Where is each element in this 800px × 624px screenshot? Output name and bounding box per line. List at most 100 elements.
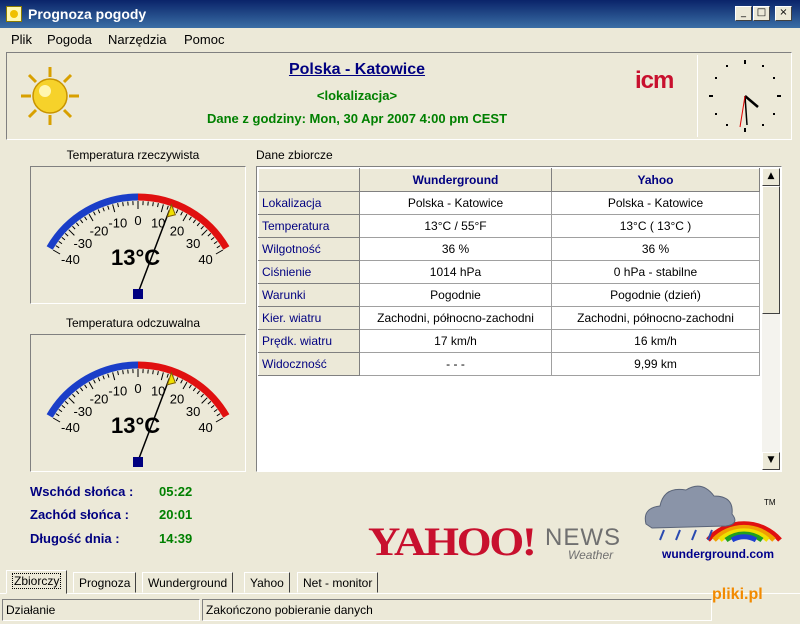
- tab-wunderground[interactable]: Wunderground: [142, 572, 234, 593]
- tick-mark: [55, 245, 60, 249]
- cell-yahoo: Polska - Katowice: [551, 191, 760, 215]
- tab-yahoo[interactable]: Yahoo: [244, 572, 290, 593]
- tick-mark: [84, 384, 88, 389]
- menu-pogoda[interactable]: Pogoda: [47, 32, 92, 47]
- tick-mark: [58, 408, 63, 413]
- tick-mark: [180, 211, 183, 216]
- table-corner: [258, 168, 360, 192]
- tick-label: 40: [198, 252, 212, 267]
- title-bar[interactable]: Prognoza pogody _ □ ×: [0, 0, 800, 28]
- window-title: Prognoza pogody: [28, 6, 147, 22]
- tick-mark: [88, 213, 94, 222]
- gauge-feels-dial: -40-30-20-10 0 10203040: [46, 361, 230, 467]
- wunderground-trademark: TM: [764, 498, 776, 507]
- tick-mark: [196, 222, 201, 227]
- app-icon[interactable]: [6, 6, 22, 22]
- tick-mark: [200, 225, 204, 230]
- table-row: Kier. wiatru Zachodni, północno-zachodni Z…: [258, 306, 760, 330]
- tick-mark: [112, 372, 116, 381]
- tick-mark: [175, 209, 179, 214]
- gauge-real-dial: -40-30-20-10 0 10203040: [46, 193, 230, 299]
- tab-prognoza[interactable]: Prognoza: [73, 572, 137, 593]
- tick-mark: [58, 240, 63, 245]
- scroll-up-icon[interactable]: ▲: [762, 168, 780, 186]
- table-row: Temperatura 13°C / 55°F 13°C ( 13°C ): [258, 214, 760, 238]
- tick-mark: [68, 397, 75, 404]
- scroll-down-icon[interactable]: ▼: [762, 452, 780, 470]
- tick-mark: [61, 236, 66, 241]
- tick-mark: [213, 240, 218, 245]
- vertical-scrollbar[interactable]: ▲ ▼: [762, 168, 780, 470]
- location-link[interactable]: Polska - Katowice: [7, 61, 707, 79]
- wunderground-logo-text: wunderground.com: [662, 547, 774, 561]
- row-header[interactable]: Kier. wiatru: [258, 306, 360, 330]
- tick-mark: [75, 222, 80, 227]
- tick-mark: [201, 229, 208, 236]
- cell-wunderground: Polska - Katowice: [359, 191, 552, 215]
- tick-label: 30: [186, 404, 200, 419]
- cell-wunderground: Zachodni, północno-zachodni: [359, 306, 552, 330]
- gauge-real: -40 -30 -20 -10 0 10 20 30 40 13°C: [30, 166, 246, 304]
- menu-plik[interactable]: Plik: [11, 32, 32, 47]
- row-header[interactable]: Wilgotność: [258, 237, 360, 261]
- tick-mark: [152, 370, 154, 375]
- tick-mark: [55, 413, 60, 417]
- tick-mark: [102, 207, 105, 212]
- tick-label: 40: [198, 420, 212, 435]
- tick-mark: [196, 390, 201, 395]
- tick-mark: [64, 401, 69, 405]
- tick-mark: [88, 381, 94, 390]
- watermark-logo: pliki.pl: [712, 586, 763, 604]
- tick-mark: [122, 202, 124, 207]
- tick-mark: [215, 249, 224, 255]
- menu-narzedzia[interactable]: Narzędzia: [108, 32, 167, 47]
- tick-mark: [160, 204, 164, 213]
- tick-label: 0: [134, 213, 141, 228]
- tick-label: -10: [108, 384, 127, 399]
- close-icon[interactable]: ×: [775, 6, 792, 21]
- tick-mark: [166, 373, 169, 378]
- row-header[interactable]: Prędk. wiatru: [258, 329, 360, 353]
- tab-net-monitor[interactable]: Net - monitor: [297, 572, 379, 593]
- tick-mark: [182, 213, 188, 222]
- tick-mark: [166, 205, 169, 210]
- icm-logo-text: icm: [635, 67, 674, 94]
- cell-yahoo: 36 %: [551, 237, 760, 261]
- tick-mark: [117, 203, 119, 208]
- tick-mark: [182, 381, 188, 390]
- gauge-title-feels: Temperatura odczuwalna: [65, 316, 201, 330]
- watermark-text-a: pliki: [712, 586, 745, 603]
- icm-logo: icm: [635, 67, 674, 95]
- row-header[interactable]: Widoczność: [258, 352, 360, 376]
- tick-label: -10: [108, 216, 127, 231]
- row-header[interactable]: Warunki: [258, 283, 360, 307]
- cell-wunderground: - - -: [359, 352, 552, 376]
- tick-mark: [52, 249, 61, 255]
- column-header-wunderground[interactable]: Wunderground: [359, 168, 552, 192]
- tick-mark: [188, 384, 192, 389]
- scroll-thumb[interactable]: [762, 186, 780, 314]
- tick-mark: [72, 393, 76, 398]
- tick-mark: [201, 397, 208, 404]
- header-panel: Polska - Katowice <lokalizacja> Dane z g…: [6, 52, 792, 140]
- menu-pomoc[interactable]: Pomoc: [184, 32, 224, 47]
- tick-mark: [97, 209, 101, 214]
- cell-wunderground: Pogodnie: [359, 283, 552, 307]
- column-header-yahoo[interactable]: Yahoo: [551, 168, 760, 192]
- row-header[interactable]: Ciśnienie: [258, 260, 360, 284]
- row-header[interactable]: Temperatura: [258, 214, 360, 238]
- tab-zbiorczy[interactable]: Zbiorczy: [6, 570, 68, 594]
- minimize-icon[interactable]: _: [735, 6, 752, 21]
- table-row: Ciśnienie 1014 hPa 0 hPa - stabilne: [258, 260, 760, 284]
- yahoo-logo: YAHOO!: [368, 519, 537, 564]
- tick-mark: [122, 370, 124, 375]
- gauge-feels: -40 -30 -20 -10 0 10 20 30 40 13°C: [30, 334, 246, 472]
- tick-mark: [61, 404, 66, 409]
- maximize-icon[interactable]: □: [753, 6, 770, 21]
- row-header[interactable]: Lokalizacja: [258, 191, 360, 215]
- tick-mark: [79, 219, 84, 224]
- table-row: Prędk. wiatru 17 km/h 16 km/h: [258, 329, 760, 353]
- tick-mark: [93, 211, 96, 216]
- cell-yahoo: Zachodni, północno-zachodni: [551, 306, 760, 330]
- tick-label: 20: [170, 391, 184, 406]
